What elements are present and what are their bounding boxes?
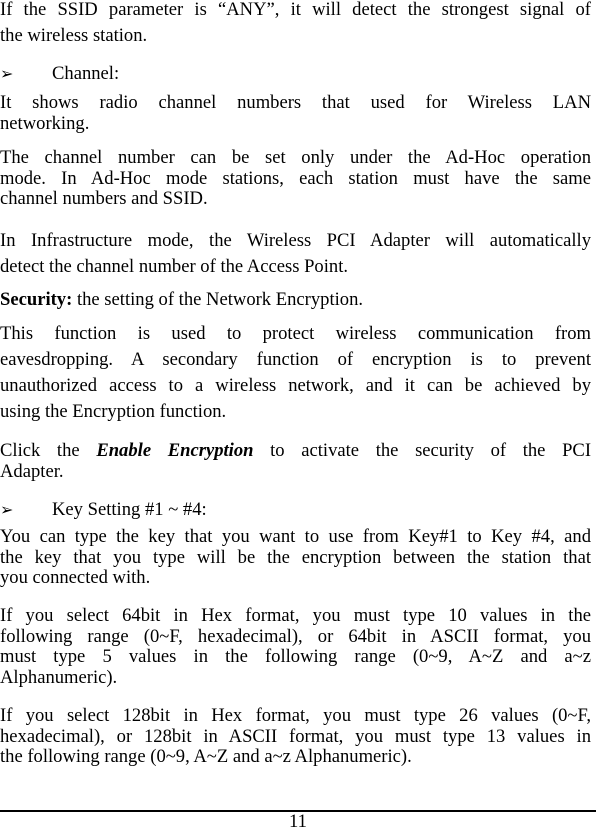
paragraph-channel-adhoc: The channel number can be set only under… [0,147,591,210]
bullet-label: Channel: [52,63,120,84]
text-line: the key that you type will be the encryp… [0,546,591,568]
text-line: Alphanumeric). [0,666,118,688]
text-line: using the Encryption function. [0,401,227,422]
text-line: the wireless station. [0,25,148,46]
text-line: If the SSID parameter is “ANY”, it will … [0,0,591,20]
text-line: The channel number can be set only under… [0,147,591,168]
text-line: unauthorized access to a wireless networ… [0,375,591,396]
paragraph-channel-shows: It shows radio channel numbers that used… [0,92,591,134]
text-line: Click the Enable Encryption to activate … [0,440,592,462]
text-line: you connected with. [0,567,151,588]
paragraph-64bit: If you select 64bit in Hex format, you m… [0,605,591,688]
enable-encryption-emphasis: Enable Encryption [96,440,254,461]
bullet-label: Key Setting #1 ~ #4: [52,499,207,520]
text-line: networking. [0,112,90,134]
paragraph-ssid: If the SSID parameter is “ANY”, it will … [0,0,591,49]
text-line: It shows radio channel numbers that used… [0,92,591,113]
text-line: Adapter. [0,460,64,482]
text-run: Click the [0,440,97,461]
text-line: eavesdropping. A secondary function of e… [0,349,591,370]
text-line: mode. In Ad-Hoc mode stations, each stat… [0,167,591,189]
paragraph-infrastructure: In Infrastructure mode, the Wireless PCI… [0,228,591,280]
paragraph-security: Security: the setting of the Network Enc… [0,287,591,313]
text-line: hexadecimal), or 128bit in ASCII format,… [0,725,591,747]
text-line: If you select 64bit in Hex format, you m… [0,605,591,626]
paragraph-click-enable: Click the Enable Encryption to activate … [0,440,592,482]
document-page: If the SSID parameter is “ANY”, it will … [0,0,596,831]
text-line: Security: the setting of the Network Enc… [0,287,591,313]
page-number: 11 [289,811,307,832]
text-line: You can type the key that you want to us… [0,526,591,547]
paragraph-key-type: You can type the key that you want to us… [0,526,591,589]
arrowhead-bullet-icon: ➢ [0,64,14,83]
security-text: the setting of the Network Encryption. [72,289,364,310]
arrowhead-bullet-icon: ➢ [0,500,14,519]
security-label: Security: [0,289,73,310]
text-line: the following range (0~9, A~Z and a~z Al… [0,746,412,767]
paragraph-function: This function is used to protect wireles… [0,321,591,425]
text-line: channel numbers and SSID. [0,188,208,209]
text-line: must type 5 values in the following rang… [0,646,591,667]
text-line: following range (0~F, hexadecimal), or 6… [0,625,591,647]
text-line: If you select 128bit in Hex format, you … [0,705,591,726]
text-line: In Infrastructure mode, the Wireless PCI… [0,230,591,251]
text-line: detect the channel number of the Access … [0,256,349,277]
paragraph-128bit: If you select 128bit in Hex format, you … [0,705,591,768]
text-run: to activate the security of the PCI [253,440,592,461]
text-line: This function is used to protect wireles… [0,323,591,344]
